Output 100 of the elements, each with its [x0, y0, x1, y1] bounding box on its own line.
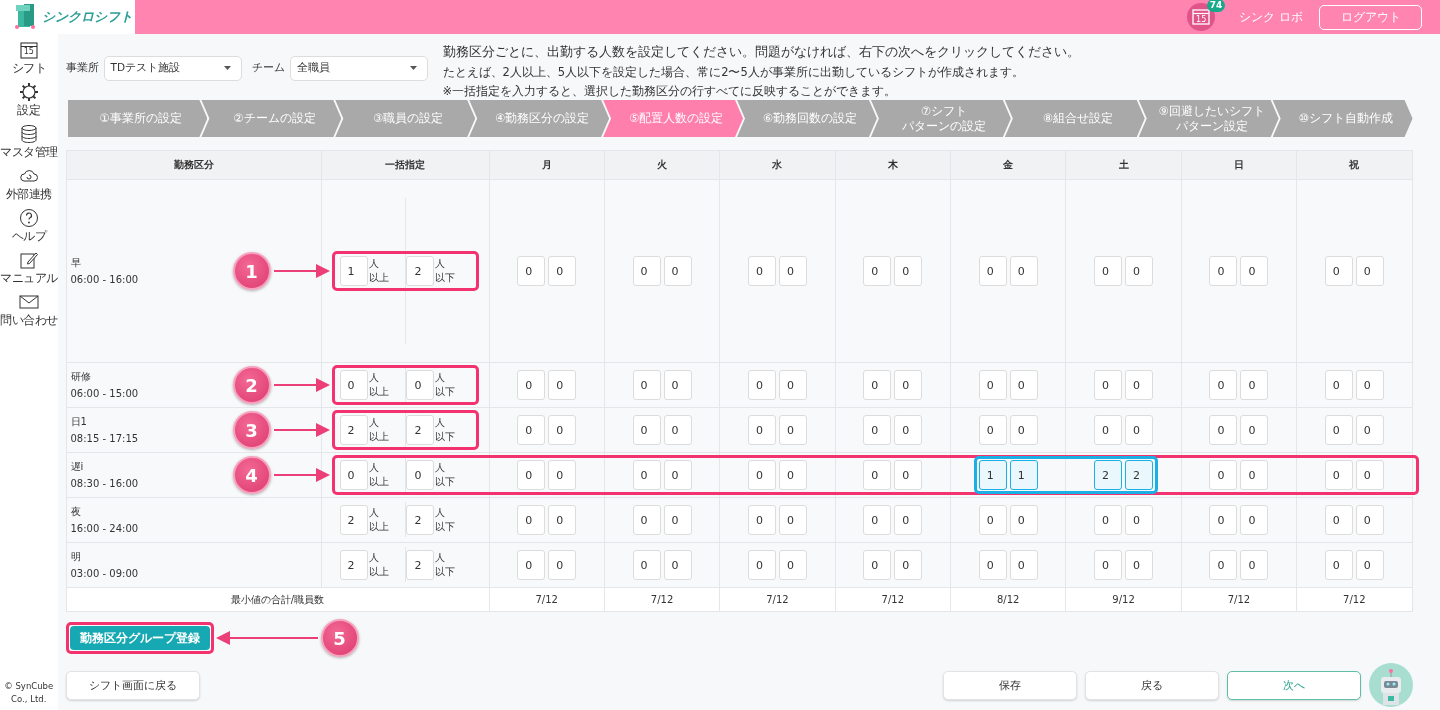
- count-field[interactable]: 0: [548, 460, 577, 490]
- count-field[interactable]: 0: [1240, 370, 1269, 400]
- count-field[interactable]: 0: [1355, 256, 1384, 286]
- count-field[interactable]: 0: [517, 505, 546, 535]
- count-field[interactable]: 0: [1094, 415, 1123, 445]
- count-field[interactable]: 0: [747, 415, 776, 445]
- count-field[interactable]: 2: [406, 505, 435, 535]
- count-field[interactable]: 0: [1094, 550, 1123, 580]
- count-field[interactable]: 0: [1009, 550, 1038, 580]
- count-field[interactable]: 0: [1240, 550, 1269, 580]
- sidebar-item[interactable]: 外部連携: [5, 166, 52, 202]
- count-field[interactable]: 0: [894, 550, 923, 580]
- count-field[interactable]: 0: [1125, 256, 1154, 286]
- count-field[interactable]: 0: [1094, 256, 1123, 286]
- robot-avatar[interactable]: [1368, 663, 1413, 707]
- count-field[interactable]: 0: [894, 256, 923, 286]
- count-field[interactable]: 0: [632, 460, 661, 490]
- count-field[interactable]: 0: [1209, 415, 1238, 445]
- count-field[interactable]: 0: [894, 415, 923, 445]
- count-field[interactable]: 0: [1125, 505, 1154, 535]
- count-field[interactable]: 0: [632, 550, 661, 580]
- count-field[interactable]: 2: [406, 256, 435, 286]
- count-field[interactable]: 0: [747, 550, 776, 580]
- count-field[interactable]: 0: [1240, 415, 1269, 445]
- count-field[interactable]: 0: [663, 505, 692, 535]
- count-field[interactable]: 0: [339, 370, 368, 400]
- count-field[interactable]: 0: [1355, 460, 1384, 490]
- count-field[interactable]: 0: [663, 415, 692, 445]
- count-field[interactable]: 0: [1355, 370, 1384, 400]
- count-field[interactable]: 0: [1009, 505, 1038, 535]
- count-field[interactable]: 0: [1009, 415, 1038, 445]
- count-field[interactable]: 0: [894, 460, 923, 490]
- count-field[interactable]: 2: [1094, 460, 1123, 490]
- count-field[interactable]: 0: [548, 505, 577, 535]
- count-field[interactable]: 0: [1324, 415, 1353, 445]
- action-button[interactable]: 戻る: [1084, 670, 1219, 700]
- count-field[interactable]: 0: [1324, 256, 1353, 286]
- back-to-shift-button[interactable]: シフト画面に戻る: [65, 670, 200, 700]
- count-field[interactable]: 0: [1125, 415, 1154, 445]
- count-field[interactable]: 0: [1094, 505, 1123, 535]
- sidebar-item[interactable]: 設定: [17, 82, 41, 118]
- count-field[interactable]: 0: [1324, 550, 1353, 580]
- count-field[interactable]: 0: [978, 256, 1007, 286]
- count-field[interactable]: 0: [978, 370, 1007, 400]
- count-field[interactable]: 0: [1125, 370, 1154, 400]
- count-field[interactable]: 0: [663, 550, 692, 580]
- count-field[interactable]: 0: [548, 370, 577, 400]
- count-field[interactable]: 0: [517, 415, 546, 445]
- count-field[interactable]: 0: [978, 505, 1007, 535]
- dropdown-field[interactable]: 全職員: [289, 55, 428, 81]
- count-field[interactable]: 0: [517, 460, 546, 490]
- count-field[interactable]: 0: [1009, 256, 1038, 286]
- count-field[interactable]: 0: [778, 370, 807, 400]
- count-field[interactable]: 0: [1209, 460, 1238, 490]
- count-field[interactable]: 0: [406, 370, 435, 400]
- action-button[interactable]: 保存: [942, 670, 1077, 700]
- count-field[interactable]: 0: [632, 256, 661, 286]
- count-field[interactable]: 0: [632, 415, 661, 445]
- count-field[interactable]: 0: [1355, 550, 1384, 580]
- count-field[interactable]: 0: [517, 550, 546, 580]
- count-field[interactable]: 2: [406, 550, 435, 580]
- count-field[interactable]: 0: [548, 256, 577, 286]
- count-field[interactable]: 0: [778, 505, 807, 535]
- count-field[interactable]: 0: [863, 505, 892, 535]
- count-field[interactable]: 0: [548, 550, 577, 580]
- count-field[interactable]: 0: [663, 370, 692, 400]
- count-field[interactable]: 0: [1355, 505, 1384, 535]
- sidebar-item[interactable]: ヘルプ: [11, 208, 46, 244]
- count-field[interactable]: 0: [1324, 370, 1353, 400]
- count-field[interactable]: 2: [339, 550, 368, 580]
- count-field[interactable]: 2: [1125, 460, 1154, 490]
- count-field[interactable]: 0: [778, 460, 807, 490]
- count-field[interactable]: 2: [406, 415, 435, 445]
- count-field[interactable]: 0: [517, 256, 546, 286]
- count-field[interactable]: 0: [778, 550, 807, 580]
- count-field[interactable]: 0: [863, 256, 892, 286]
- count-field[interactable]: 0: [663, 460, 692, 490]
- count-field[interactable]: 0: [1240, 460, 1269, 490]
- count-field[interactable]: 0: [1209, 370, 1238, 400]
- count-field[interactable]: 0: [778, 256, 807, 286]
- count-field[interactable]: 0: [863, 550, 892, 580]
- count-field[interactable]: 0: [1209, 505, 1238, 535]
- count-field[interactable]: 0: [1209, 550, 1238, 580]
- count-field[interactable]: 0: [747, 505, 776, 535]
- sidebar-item[interactable]: マスタ管理: [0, 124, 58, 160]
- count-field[interactable]: 2: [339, 415, 368, 445]
- count-field[interactable]: 1: [1009, 460, 1038, 490]
- count-field[interactable]: 0: [978, 415, 1007, 445]
- dropdown-field[interactable]: TDテスト施設: [103, 55, 242, 81]
- count-field[interactable]: 0: [747, 460, 776, 490]
- count-field[interactable]: 0: [1094, 370, 1123, 400]
- count-field[interactable]: 0: [894, 370, 923, 400]
- count-field[interactable]: 0: [548, 415, 577, 445]
- count-field[interactable]: 0: [863, 460, 892, 490]
- count-field[interactable]: 1: [978, 460, 1007, 490]
- count-field[interactable]: 0: [632, 505, 661, 535]
- count-field[interactable]: 0: [406, 460, 435, 490]
- count-field[interactable]: 0: [778, 415, 807, 445]
- count-field[interactable]: 0: [1209, 256, 1238, 286]
- count-field[interactable]: 0: [1240, 505, 1269, 535]
